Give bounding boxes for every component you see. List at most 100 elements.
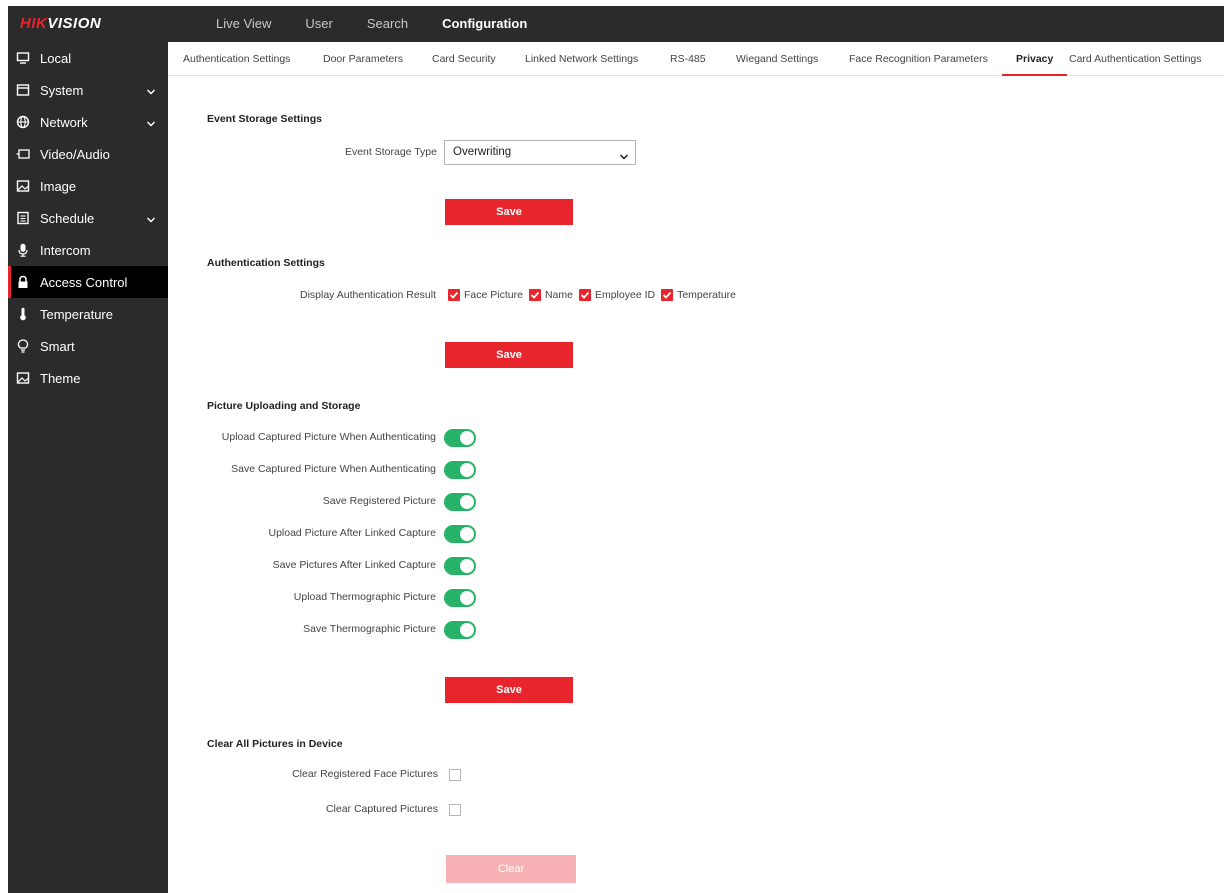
tab-card-security[interactable]: Card Security [432,42,496,76]
upload-thermographic-toggle[interactable] [444,589,476,607]
event-storage-title: Event Storage Settings [207,113,322,125]
face-picture-checkbox[interactable] [448,289,460,301]
sidebar-item-schedule[interactable]: Schedule [8,202,168,234]
microphone-icon [16,243,30,257]
tab-wiegand-settings[interactable]: Wiegand Settings [736,42,818,76]
clear-registered-face-checkbox[interactable] [449,769,461,781]
event-storage-type-label: Event Storage Type [344,146,437,158]
toggle-knob [460,591,474,605]
picture-upload-save-button[interactable]: Save [445,677,573,703]
save-captured-auth-label: Save Captured Picture When Authenticatin… [231,463,436,475]
sidebar-item-intercom[interactable]: Intercom [8,234,168,266]
sidebar-item-access-control[interactable]: Access Control [8,266,168,298]
lock-icon [16,275,30,289]
sidebar-item-label: System [40,82,84,98]
nav-user[interactable]: User [305,6,332,42]
save-linked-capture-label: Save Pictures After Linked Capture [272,559,436,571]
upload-linked-capture-label: Upload Picture After Linked Capture [268,527,436,539]
authentication-settings-title: Authentication Settings [207,257,325,269]
toggle-knob [460,431,474,445]
toggle-knob [460,463,474,477]
clear-pictures-title: Clear All Pictures in Device [207,738,343,750]
sidebar-item-label: Theme [40,370,81,386]
save-captured-auth-toggle[interactable] [444,461,476,479]
sidebar-item-temperature[interactable]: Temperature [8,298,168,330]
chevron-down-icon [146,117,156,127]
event-storage-type-value: Overwriting [453,146,512,158]
lightbulb-icon [16,339,30,353]
nav-live-view[interactable]: Live View [216,6,271,42]
nav-configuration[interactable]: Configuration [442,6,527,42]
tab-card-authentication-settings[interactable]: Card Authentication Settings [1069,42,1202,76]
tab-privacy[interactable]: Privacy [1001,42,1068,76]
sidebar-item-video-audio[interactable]: Video/Audio [8,138,168,170]
sidebar-item-label: Local [40,50,72,66]
sidebar-item-network[interactable]: Network [8,106,168,138]
tab-authentication-settings[interactable]: Authentication Settings [183,42,290,76]
chevron-down-icon [146,85,156,95]
save-linked-capture-toggle[interactable] [444,557,476,575]
sidebar-item-label: Temperature [40,306,113,322]
tab-face-recognition-parameters[interactable]: Face Recognition Parameters [849,42,988,76]
sidebar-item-image[interactable]: Image [8,170,168,202]
top-nav: Live View User Search Configuration [216,6,561,42]
toggle-knob [460,495,474,509]
face-picture-label: Face Picture [464,289,523,301]
hikvision-logo: HIKVISION [20,15,102,32]
chevron-down-icon [619,148,629,160]
nav-search[interactable]: Search [367,6,408,42]
employee-id-checkbox[interactable] [578,289,591,301]
sidebar-item-label: Intercom [40,242,91,258]
sidebar-item-label: Network [40,114,88,130]
name-label: Name [544,289,573,301]
schedule-icon [16,211,30,225]
event-storage-type-select[interactable]: Overwriting [444,140,636,165]
picture-upload-title: Picture Uploading and Storage [207,400,361,412]
toggle-knob [460,623,474,637]
upload-linked-capture-toggle[interactable] [444,525,476,543]
toggle-knob [460,527,474,541]
event-storage-save-button[interactable]: Save [445,199,573,225]
top-navigation-bar: HIKVISION Live View User Search Configur… [8,6,1224,42]
sidebar-item-local[interactable]: Local [8,42,168,74]
theme-icon [16,371,30,385]
tab-rs-485[interactable]: RS-485 [670,42,706,76]
clear-registered-face-label: Clear Registered Face Pictures [292,768,438,780]
upload-captured-auth-label: Upload Captured Picture When Authenticat… [221,431,436,443]
clear-captured-checkbox[interactable] [449,804,461,816]
thermometer-icon [16,307,30,321]
config-tabs: Authentication Settings Door Parameters … [168,42,1224,76]
sidebar-item-label: Schedule [40,210,95,226]
sidebar-item-label: Video/Audio [40,146,110,162]
tab-linked-network-settings[interactable]: Linked Network Settings [525,42,638,76]
sidebar-item-label: Smart [40,338,75,354]
image-icon [16,179,30,193]
monitor-icon [16,51,30,65]
save-registered-picture-label: Save Registered Picture [322,495,436,507]
save-thermographic-label: Save Thermographic Picture [303,623,436,635]
sidebar-item-system[interactable]: System [8,74,168,106]
clear-captured-label: Clear Captured Pictures [325,803,438,815]
system-window-icon [16,83,30,97]
sidebar-item-label: Access Control [40,274,128,290]
save-thermographic-toggle[interactable] [444,621,476,639]
authentication-save-button[interactable]: Save [445,342,573,368]
sidebar-item-smart[interactable]: Smart [8,330,168,362]
temperature-label: Temperature [677,289,737,301]
display-auth-result-label: Display Authentication Result [300,289,436,301]
display-auth-result-options: Face Picture Name Employee ID Temperatur… [448,287,742,303]
upload-captured-auth-toggle[interactable] [444,429,476,447]
temperature-checkbox[interactable] [661,289,674,301]
name-checkbox[interactable] [528,289,541,301]
video-audio-icon [16,147,30,161]
clear-button[interactable]: Clear [446,855,576,883]
sidebar-item-theme[interactable]: Theme [8,362,168,394]
employee-id-label: Employee ID [594,289,656,301]
sidebar-item-label: Image [40,178,77,194]
globe-icon [16,115,30,129]
save-registered-picture-toggle[interactable] [444,493,476,511]
tab-door-parameters[interactable]: Door Parameters [323,42,403,76]
toggle-knob [460,559,474,573]
upload-thermographic-label: Upload Thermographic Picture [293,591,436,603]
chevron-down-icon [146,213,156,223]
